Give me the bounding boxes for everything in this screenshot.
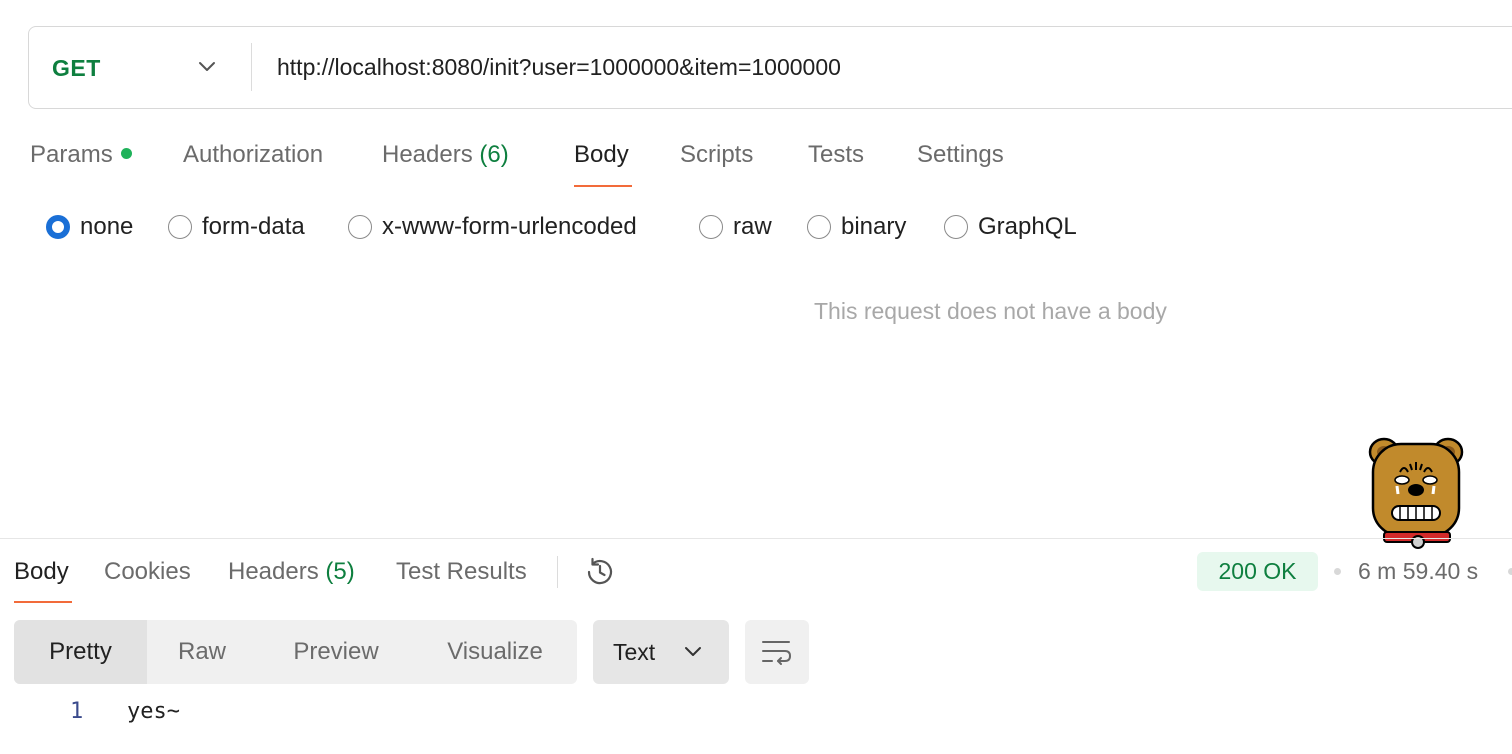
response-time[interactable]: 6 m 59.40 s: [1358, 558, 1478, 585]
radio-icon: [699, 215, 723, 239]
response-tab-body[interactable]: Body: [14, 558, 69, 586]
url-bar: GET http://localhost:8080/init?user=1000…: [28, 26, 1512, 109]
response-tab-headers-count: (5): [325, 558, 355, 585]
response-tab-headers[interactable]: Headers (5): [228, 558, 355, 586]
pane-divider[interactable]: [0, 538, 1512, 539]
meta-separator-dot: [1334, 568, 1341, 575]
tab-scripts[interactable]: Scripts: [680, 141, 753, 169]
tab-params-label: Params: [30, 141, 113, 168]
history-icon[interactable]: [583, 555, 617, 589]
body-option-label: none: [80, 213, 134, 240]
tab-headers-label: Headers: [382, 141, 473, 168]
format-preview[interactable]: Preview: [272, 620, 400, 684]
tab-settings[interactable]: Settings: [917, 141, 1004, 169]
empty-body-message: This request does not have a body: [814, 298, 1167, 324]
format-visualize[interactable]: Visualize: [432, 620, 558, 684]
response-type-label: Text: [613, 639, 656, 665]
format-segmented-control: Pretty Raw Preview Visualize: [14, 620, 577, 684]
format-raw[interactable]: Raw: [154, 620, 250, 684]
tab-body[interactable]: Body: [574, 141, 629, 169]
method-select[interactable]: GET: [29, 27, 251, 107]
tab-headers-count: (6): [479, 141, 509, 168]
line-number: 1: [70, 699, 84, 724]
url-divider: [251, 43, 252, 91]
response-tab-separator: [557, 556, 558, 588]
response-active-tab-underline: [14, 601, 72, 603]
response-body-text[interactable]: yes~: [127, 699, 180, 724]
body-option-label: x-www-form-urlencoded: [382, 213, 637, 240]
body-option-label: form-data: [202, 213, 305, 240]
tab-tests[interactable]: Tests: [808, 141, 864, 169]
body-option-label: raw: [733, 213, 772, 240]
mascot-sticker: [1368, 437, 1464, 549]
radio-icon: [348, 215, 372, 239]
wrap-lines-icon: [762, 641, 792, 665]
chevron-down-icon: [685, 647, 701, 656]
radio-icon: [168, 215, 192, 239]
status-badge[interactable]: 200 OK: [1197, 552, 1318, 591]
response-tab-test-results[interactable]: Test Results: [396, 558, 527, 586]
radio-icon: [944, 215, 968, 239]
chevron-down-icon: [199, 62, 215, 71]
format-pretty[interactable]: Pretty: [14, 620, 147, 684]
radio-icon: [807, 215, 831, 239]
method-label: GET: [52, 55, 101, 81]
tab-authorization[interactable]: Authorization: [183, 141, 323, 169]
url-input[interactable]: http://localhost:8080/init?user=1000000&…: [277, 54, 841, 81]
tab-params[interactable]: Params: [30, 141, 132, 169]
body-option-label: GraphQL: [978, 213, 1077, 240]
tab-headers[interactable]: Headers (6): [382, 141, 509, 169]
response-tab-cookies[interactable]: Cookies: [104, 558, 191, 586]
radio-selected-icon: [46, 215, 70, 239]
active-tab-underline: [574, 185, 632, 187]
response-tab-headers-label: Headers: [228, 558, 319, 585]
wrap-lines-button[interactable]: [745, 620, 809, 684]
params-indicator-dot: [120, 148, 132, 159]
meta-separator-dot: [1508, 568, 1512, 575]
response-type-select[interactable]: Text: [593, 620, 729, 684]
body-option-label: binary: [841, 213, 907, 240]
